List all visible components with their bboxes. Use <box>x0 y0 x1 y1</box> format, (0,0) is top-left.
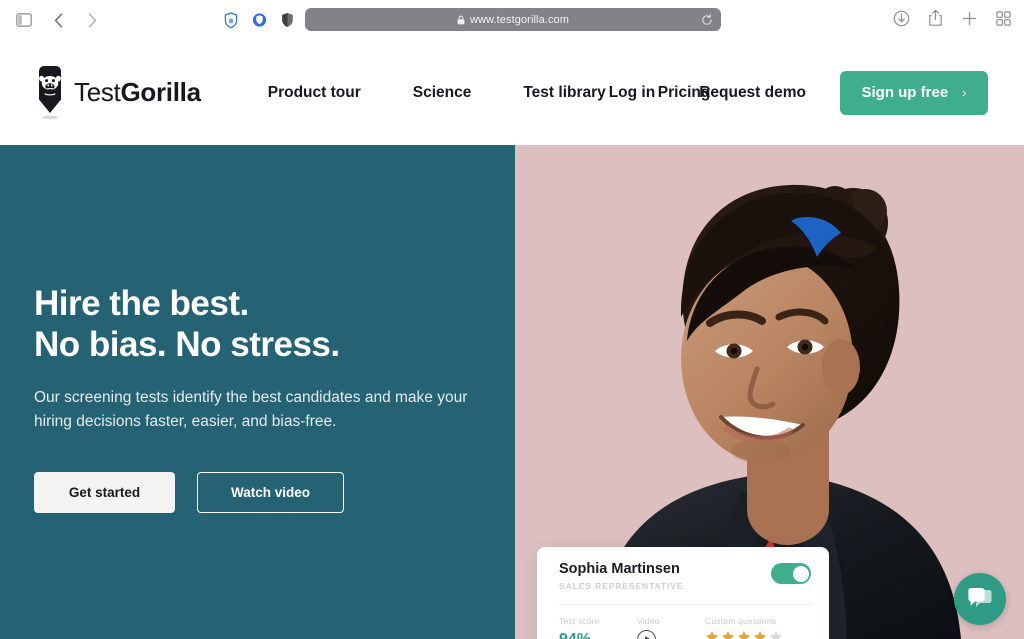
hero-actions: Get started Watch video <box>34 471 515 513</box>
browser-nav-controls <box>0 7 298 33</box>
hero-image-panel: Sophia Martinsen SALES REPRESENTATIVE Te… <box>515 145 1024 639</box>
browser-toolbar: www.testgorilla.com <box>0 0 1024 40</box>
star-icon <box>753 630 767 639</box>
card-divider <box>559 603 811 605</box>
new-tab-icon[interactable] <box>960 7 978 29</box>
star-icon <box>705 630 719 639</box>
stat-video: Video <box>637 616 705 639</box>
hero-title-line-2: No bias. No stress. <box>34 325 340 365</box>
nav-item-product-tour[interactable]: Product tour <box>242 84 387 102</box>
reload-icon[interactable] <box>701 13 713 26</box>
star-icon <box>737 630 751 639</box>
stat-custom-questions: Custom questions <box>705 616 811 639</box>
request-demo-link[interactable]: Request demo <box>677 84 828 102</box>
browser-right-actions <box>892 7 1012 29</box>
signup-free-label: Sign up free <box>861 84 949 101</box>
address-bar-text: www.testgorilla.com <box>469 13 570 26</box>
shield-filled-icon[interactable] <box>248 8 270 32</box>
hero-text-panel: Hire the best. No bias. No stress. Our s… <box>0 145 515 639</box>
site-header: TestGorilla Product tour Science Test li… <box>0 40 1024 145</box>
signup-free-button[interactable]: Sign up free › <box>840 70 988 115</box>
chat-widget-button[interactable] <box>954 573 1006 625</box>
stat-test-score-label: Test score <box>559 615 600 626</box>
stat-test-score: Test score 94% <box>559 616 637 639</box>
browser-extensions <box>220 8 298 32</box>
stat-test-score-value: 94% <box>559 631 637 639</box>
login-link[interactable]: Log in <box>587 84 678 102</box>
hero-section: Hire the best. No bias. No stress. Our s… <box>0 145 1024 639</box>
candidate-role: SALES REPRESENTATIVE <box>559 580 684 591</box>
star-icon <box>769 630 783 639</box>
hero-subtitle-line-2: hiring decisions faster, easier, and bia… <box>34 412 337 430</box>
tab-overview-icon[interactable] <box>994 7 1012 29</box>
candidate-toggle[interactable] <box>771 563 811 584</box>
gorilla-pencil-logo-icon <box>34 65 66 121</box>
share-icon[interactable] <box>926 7 944 29</box>
star-rating <box>705 630 811 639</box>
watch-video-button[interactable]: Watch video <box>197 471 344 513</box>
site-logo[interactable]: TestGorilla <box>34 65 201 121</box>
chat-bubble-icon <box>968 588 992 607</box>
stat-video-label: Video <box>637 615 660 626</box>
hero-copy: Hire the best. No bias. No stress. Our s… <box>0 145 515 513</box>
play-icon[interactable] <box>637 629 656 639</box>
nav-item-science[interactable]: Science <box>387 84 498 102</box>
header-right-actions: Log in Request demo Sign up free › <box>587 40 1024 145</box>
lock-icon <box>457 15 465 25</box>
logo-text-bold: Gorilla <box>120 77 201 107</box>
hero-title-line-1: Hire the best. <box>34 284 249 323</box>
chevron-right-icon: › <box>962 85 967 100</box>
hero-subtitle: Our screening tests identify the best ca… <box>34 386 479 434</box>
sidebar-toggle-icon[interactable] <box>10 7 38 33</box>
site-logo-text: TestGorilla <box>74 77 201 108</box>
shield-outline-icon[interactable] <box>220 8 242 32</box>
candidate-identity: Sophia Martinsen SALES REPRESENTATIVE <box>559 561 683 591</box>
candidate-stats: Test score 94% Video Custom questions <box>559 616 811 639</box>
candidate-name: Sophia Martinsen <box>559 561 680 577</box>
back-icon[interactable] <box>44 7 72 33</box>
downloads-icon[interactable] <box>892 7 910 29</box>
hero-title: Hire the best. No bias. No stress. <box>34 283 515 366</box>
candidate-card: Sophia Martinsen SALES REPRESENTATIVE Te… <box>537 547 829 639</box>
stat-custom-questions-label: Custom questions <box>705 615 777 626</box>
contrast-shield-icon[interactable] <box>276 8 298 32</box>
forward-icon[interactable] <box>78 7 106 33</box>
address-bar[interactable]: www.testgorilla.com <box>305 8 721 31</box>
hero-subtitle-line-1: Our screening tests identify the best ca… <box>34 388 468 406</box>
logo-text-light: Test <box>74 77 121 107</box>
star-icon <box>721 630 735 639</box>
toggle-knob <box>792 565 809 582</box>
candidate-card-header: Sophia Martinsen SALES REPRESENTATIVE <box>559 561 811 591</box>
get-started-button[interactable]: Get started <box>34 471 175 513</box>
